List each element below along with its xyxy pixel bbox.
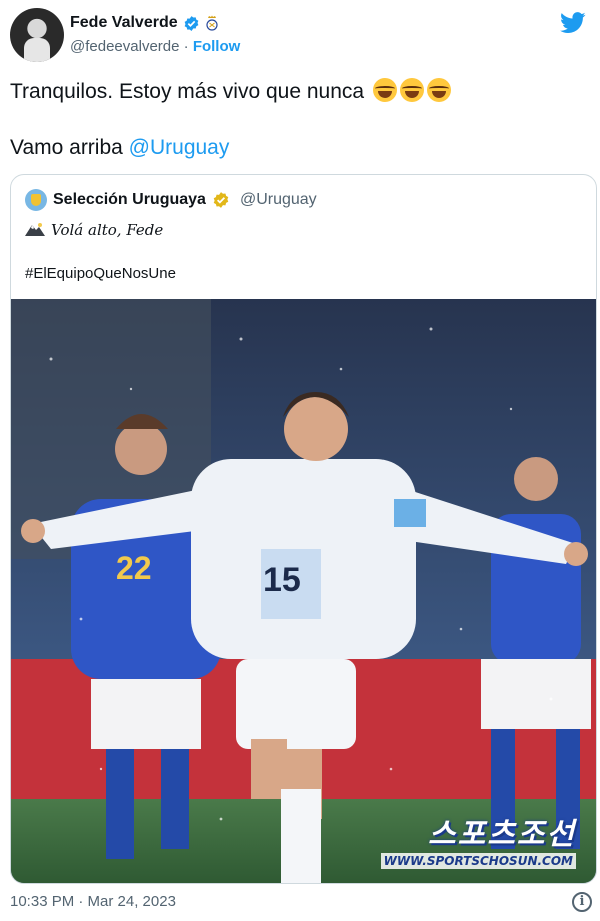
quoted-tweet-card[interactable]: Selección Uruguaya @Uruguay Volá alto, F… — [10, 174, 597, 884]
info-icon[interactable]: i — [572, 892, 592, 912]
author-handle[interactable]: @fedeevalverde — [70, 38, 179, 55]
quoted-text-1: Volá alto, Fede — [51, 221, 164, 239]
laughing-emoji-icon — [372, 78, 397, 102]
quoted-author-name[interactable]: Selección Uruguaya — [53, 191, 206, 209]
tweet-timestamp[interactable]: 10:33 PM · Mar 24, 2023 — [10, 893, 176, 910]
author-name[interactable]: Fede Valverde — [70, 14, 178, 32]
twitter-bird-icon[interactable] — [560, 12, 586, 34]
quoted-text-line-1: Volá alto, Fede — [25, 221, 163, 239]
laughing-emoji-icon — [426, 78, 451, 102]
real-madrid-crest-icon — [206, 15, 218, 31]
quoted-header: Selección Uruguaya @Uruguay — [25, 189, 317, 211]
match-photo-illustration: 22 15 — [11, 299, 596, 883]
watermark-url: WWW.SPORTSCHOSUN.COM — [380, 853, 576, 869]
watermark-logo: 스포츠조선 — [428, 817, 576, 852]
separator-dot: · — [183, 38, 189, 55]
quoted-hashtag[interactable]: #ElEquipoQueNosUne — [25, 265, 176, 282]
verified-badge-icon — [213, 192, 229, 208]
sportschosun-watermark: 스포츠조선 WWW.SPORTSCHOSUN.COM — [380, 809, 576, 869]
verified-badge-icon — [184, 15, 198, 31]
author-handle-row: @fedeevalverde · Follow — [70, 38, 240, 55]
quoted-avatar[interactable] — [25, 189, 47, 211]
tweet-line-2-text: Vamo arriba — [10, 136, 129, 159]
follow-button[interactable]: Follow — [193, 38, 241, 55]
tweet-line-2: Vamo arriba @Uruguay — [10, 134, 229, 162]
player-number: 15 — [263, 561, 301, 599]
author-avatar[interactable] — [10, 8, 64, 62]
tweet-header: Fede Valverde @fedeevalverde · Follow — [10, 8, 590, 62]
opponent-number: 22 — [116, 550, 152, 586]
tweet-text: Tranquilos. Estoy más vivo que nunca — [10, 78, 590, 106]
mountain-icon — [25, 223, 45, 236]
mention-uruguay-link[interactable]: @Uruguay — [129, 136, 230, 159]
quoted-handle[interactable]: @Uruguay — [240, 191, 317, 209]
author-name-row: Fede Valverde — [70, 14, 219, 32]
match-photo[interactable]: 22 15 스포츠조선 WWW.SPORTSCHOSUN.COM — [11, 299, 596, 883]
tweet-text-body: Tranquilos. Estoy más vivo que nunca — [10, 80, 365, 103]
laughing-emoji-icon — [399, 78, 424, 102]
